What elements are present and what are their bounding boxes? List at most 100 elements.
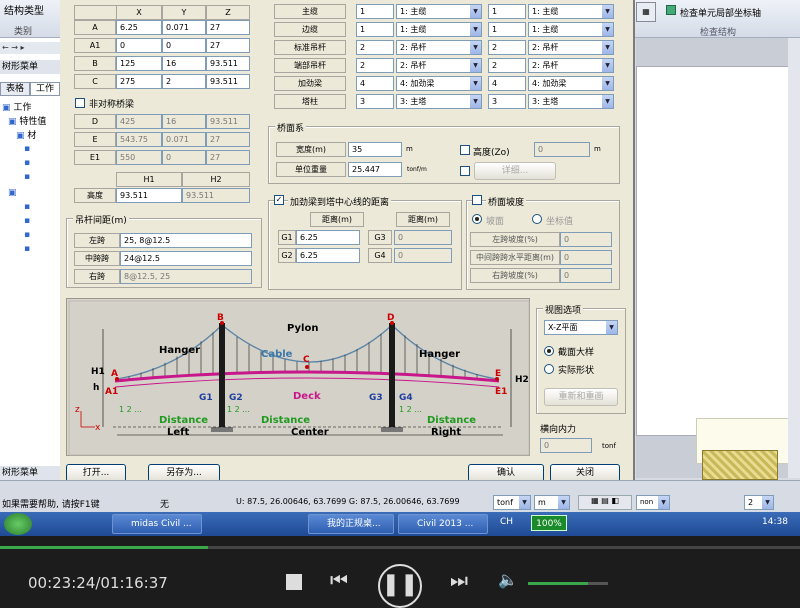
- grid-icon[interactable]: ▦: [636, 2, 656, 22]
- member-right-property-select[interactable]: 1: 主缆 ▼: [528, 22, 614, 37]
- member-right-number-field[interactable]: 1: [488, 4, 526, 19]
- e1-x-field[interactable]: 550: [116, 150, 162, 165]
- tab-tree-menu-bottom[interactable]: 树形菜单: [0, 466, 64, 480]
- a1-x-field[interactable]: 0: [116, 38, 162, 53]
- redraw-button[interactable]: 重新和重画: [544, 388, 618, 406]
- start-icon[interactable]: [4, 513, 32, 535]
- c-x-field[interactable]: 275: [116, 74, 162, 89]
- e1-y-field[interactable]: 0: [162, 150, 206, 165]
- asymmetric-checkbox[interactable]: [75, 98, 85, 108]
- member-left-number-field[interactable]: 2: [356, 40, 394, 55]
- c-y-field[interactable]: 2: [162, 74, 206, 89]
- member-right-number-field[interactable]: 2: [488, 40, 526, 55]
- unit-weight-field[interactable]: 25.447: [348, 162, 402, 177]
- a1-z-field[interactable]: 27: [206, 38, 250, 53]
- a-z-field[interactable]: 27: [206, 20, 250, 35]
- toolbar-arrows[interactable]: ← → ▸: [0, 42, 64, 54]
- tree-item-sub-3[interactable]: ▪: [24, 172, 30, 182]
- a-y-field[interactable]: 0.071: [162, 20, 206, 35]
- b-z-field[interactable]: 93.511: [206, 56, 250, 71]
- a1-y-field[interactable]: 0: [162, 38, 206, 53]
- pause-icon[interactable]: ❚❚: [378, 564, 422, 608]
- member-right-number-field[interactable]: 1: [488, 22, 526, 37]
- structure-type-label[interactable]: 结构类型: [4, 2, 44, 17]
- ime-indicator[interactable]: CH: [500, 517, 513, 527]
- e-y-field[interactable]: 0.071: [162, 132, 206, 147]
- g2-field[interactable]: 6.25: [296, 248, 360, 263]
- status-icons[interactable]: ▦ ▤ ◧: [578, 495, 632, 510]
- member-right-property-select[interactable]: 3: 主塔 ▼: [528, 94, 614, 109]
- mid-span-distance-field[interactable]: 0: [560, 250, 612, 265]
- g4-field[interactable]: 0: [394, 248, 452, 263]
- right-slope-field[interactable]: 0: [560, 268, 612, 283]
- b-y-field[interactable]: 16: [162, 56, 206, 71]
- g1-field[interactable]: 6.25: [296, 230, 360, 245]
- g3-field[interactable]: 0: [394, 230, 452, 245]
- member-left-number-field[interactable]: 4: [356, 76, 394, 91]
- detail-button[interactable]: 详细...: [474, 162, 556, 180]
- e1-z-field[interactable]: 27: [206, 150, 250, 165]
- member-right-property-select[interactable]: 2: 吊杆 ▼: [528, 40, 614, 55]
- tree-item-properties[interactable]: ▣ 特性值: [8, 114, 46, 127]
- left-slope-field[interactable]: 0: [560, 232, 612, 247]
- right-span-field[interactable]: 8@12.5, 25: [120, 269, 252, 284]
- tree-item-sub-5[interactable]: ▪: [24, 216, 30, 226]
- progress-track[interactable]: [0, 546, 800, 549]
- view-radio-section[interactable]: [544, 346, 554, 356]
- b-x-field[interactable]: 125: [116, 56, 162, 71]
- page-select[interactable]: 2 ▼: [744, 495, 774, 510]
- tree-item-sub-4[interactable]: ▪: [24, 202, 30, 212]
- d-x-field[interactable]: 425: [116, 114, 162, 129]
- check-local-axis-button[interactable]: 检查单元局部坐标轴: [680, 6, 761, 19]
- member-left-property-select[interactable]: 1: 主缆 ▼: [396, 4, 482, 19]
- center-span-field[interactable]: 24@12.5: [120, 251, 252, 266]
- task-midas[interactable]: midas Civil ...: [112, 514, 202, 534]
- member-left-number-field[interactable]: 3: [356, 94, 394, 109]
- e-x-field[interactable]: 543.75: [116, 132, 162, 147]
- d-y-field[interactable]: 16: [162, 114, 206, 129]
- d-z-field[interactable]: 93.511: [206, 114, 250, 129]
- left-span-field[interactable]: 25, 8@12.5: [120, 233, 252, 248]
- view-radio-actual[interactable]: [544, 364, 554, 374]
- elevation-checkbox[interactable]: [460, 145, 470, 155]
- tab-tables[interactable]: 表格: [0, 82, 30, 96]
- next-icon[interactable]: ⏭: [450, 568, 468, 592]
- task-folder[interactable]: 我的正规桌...: [308, 514, 394, 534]
- previous-icon[interactable]: ⏮: [330, 568, 348, 592]
- tree-item-folder-2[interactable]: ▣: [8, 188, 17, 198]
- task-civil[interactable]: Civil 2013 ...: [398, 514, 488, 534]
- c-z-field[interactable]: 93.511: [206, 74, 250, 89]
- member-right-property-select[interactable]: 4: 加劲梁 ▼: [528, 76, 614, 91]
- deck-slope-checkbox[interactable]: [472, 195, 482, 205]
- tree-item-material[interactable]: ▣ 材: [16, 128, 36, 141]
- volume-slider[interactable]: [528, 582, 608, 585]
- tree-item-sub-1[interactable]: ▪: [24, 144, 30, 154]
- a-x-field[interactable]: 6.25: [116, 20, 162, 35]
- h2-field[interactable]: 93.511: [182, 188, 250, 203]
- e-z-field[interactable]: 27: [206, 132, 250, 147]
- member-left-property-select[interactable]: 2: 吊杆 ▼: [396, 58, 482, 73]
- right-toolbar[interactable]: [788, 38, 800, 478]
- member-left-number-field[interactable]: 1: [356, 22, 394, 37]
- member-right-number-field[interactable]: 4: [488, 76, 526, 91]
- h1-field[interactable]: 93.511: [116, 188, 182, 203]
- member-left-property-select[interactable]: 3: 主塔 ▼: [396, 94, 482, 109]
- tree-item-sub-6[interactable]: ▪: [24, 230, 30, 240]
- slope-radio-slope[interactable]: [472, 214, 482, 224]
- axial-force-field[interactable]: 0: [540, 438, 592, 453]
- member-left-number-field[interactable]: 1: [356, 4, 394, 19]
- girder-distance-checkbox[interactable]: ✓: [274, 195, 284, 205]
- member-right-number-field[interactable]: 2: [488, 58, 526, 73]
- detail-checkbox[interactable]: [460, 166, 470, 176]
- member-left-property-select[interactable]: 1: 主缆 ▼: [396, 22, 482, 37]
- tree-item-sub-2[interactable]: ▪: [24, 158, 30, 168]
- volume-icon[interactable]: 🔈: [498, 570, 518, 589]
- member-left-property-select[interactable]: 2: 吊杆 ▼: [396, 40, 482, 55]
- view-plane-select[interactable]: X-Z平面 ▼: [544, 320, 618, 335]
- tree-item-sub-7[interactable]: ▪: [24, 244, 30, 254]
- stop-icon[interactable]: [286, 574, 302, 590]
- member-left-number-field[interactable]: 2: [356, 58, 394, 73]
- force-unit-select[interactable]: tonf ▼: [493, 495, 531, 510]
- model-canvas[interactable]: [636, 66, 790, 436]
- member-left-property-select[interactable]: 4: 加劲梁 ▼: [396, 76, 482, 91]
